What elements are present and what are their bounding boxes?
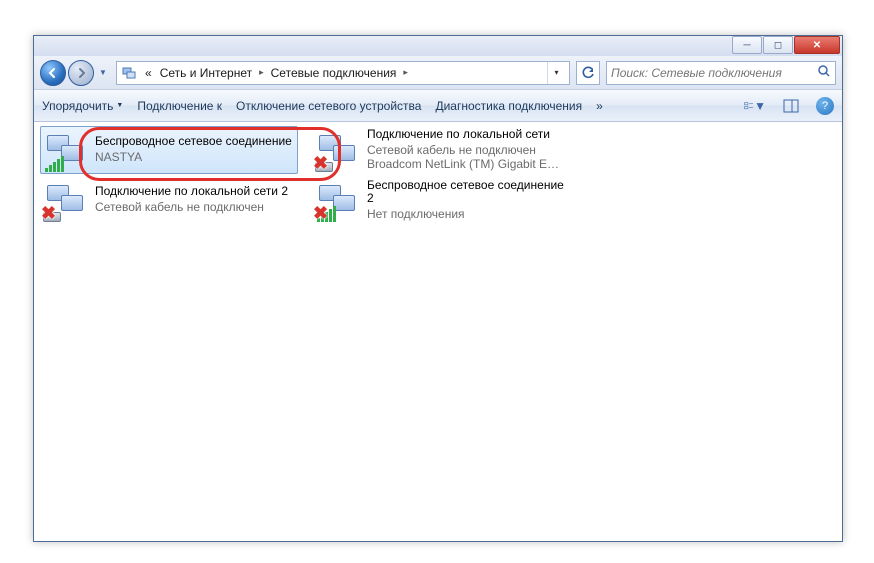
- disabled-x-icon: ✖: [313, 203, 328, 224]
- view-mode-button[interactable]: ▼: [744, 95, 766, 117]
- chevron-down-icon: ▼: [116, 102, 123, 109]
- lan-adapter-icon: ✖: [317, 130, 361, 170]
- search-icon[interactable]: [817, 64, 831, 81]
- refresh-button[interactable]: [576, 61, 600, 85]
- close-button[interactable]: ✕: [794, 36, 840, 54]
- connection-title: Подключение по локальной сети: [367, 128, 559, 142]
- organize-label: Упорядочить: [42, 99, 113, 113]
- command-bar: Упорядочить ▼ Подключение к Отключение с…: [34, 90, 842, 122]
- address-row: ▼ « Сеть и Интернет ▸ Сетевые подключени…: [34, 56, 842, 90]
- network-location-icon: [121, 65, 137, 81]
- disable-device-label: Отключение сетевого устройства: [236, 99, 421, 113]
- help-icon: ?: [822, 100, 828, 112]
- disabled-x-icon: ✖: [41, 203, 56, 224]
- chevron-right-icon[interactable]: ▸: [400, 67, 411, 78]
- breadcrumb-prefix[interactable]: «: [141, 62, 156, 84]
- connection-item[interactable]: ✖Беспроводное сетевое соединение 2Нет по…: [312, 176, 570, 224]
- overflow-chevron[interactable]: »: [596, 99, 603, 113]
- arrow-left-icon: [47, 67, 59, 79]
- connection-text: Беспроводное сетевое соединение 2Нет под…: [367, 179, 565, 222]
- connection-item[interactable]: ✖Подключение по локальной сети 2Сетевой …: [40, 176, 298, 224]
- titlebar: ─ ◻ ✕: [34, 36, 842, 56]
- connection-status: Сетевой кабель не подключен: [367, 143, 559, 157]
- breadcrumb-seg-1[interactable]: Сеть и Интернет: [156, 62, 256, 84]
- search-box[interactable]: [606, 61, 836, 85]
- organize-menu[interactable]: Упорядочить ▼: [42, 99, 123, 113]
- diagnose-button[interactable]: Диагностика подключения: [435, 99, 582, 113]
- disabled-x-icon: ✖: [313, 153, 328, 174]
- back-button[interactable]: [40, 60, 66, 86]
- connection-title: Беспроводное сетевое соединение: [95, 135, 292, 149]
- forward-button[interactable]: [68, 60, 94, 86]
- preview-pane-button[interactable]: [780, 95, 802, 117]
- wifi-adapter-icon: [45, 130, 89, 170]
- signal-bars-icon: [45, 156, 64, 172]
- search-input[interactable]: [611, 66, 817, 80]
- breadcrumb-dropdown[interactable]: ▾: [547, 62, 565, 84]
- connection-status: NASTYA: [95, 150, 292, 164]
- connection-title: Беспроводное сетевое соединение 2: [367, 179, 565, 207]
- disable-device-button[interactable]: Отключение сетевого устройства: [236, 99, 421, 113]
- refresh-icon: [581, 66, 595, 80]
- connection-item[interactable]: Беспроводное сетевое соединениеNASTYA: [40, 126, 298, 174]
- diagnose-label: Диагностика подключения: [435, 99, 582, 113]
- nav-buttons: ▼: [40, 60, 110, 86]
- breadcrumb-seg-2[interactable]: Сетевые подключения: [267, 62, 401, 84]
- connection-text: Подключение по локальной сетиСетевой каб…: [367, 128, 559, 172]
- connection-title: Подключение по локальной сети 2: [95, 185, 288, 199]
- connection-status: Сетевой кабель не подключен: [95, 200, 288, 214]
- arrow-right-icon: [75, 67, 87, 79]
- connections-list[interactable]: Беспроводное сетевое соединениеNASTYA✖По…: [34, 122, 842, 541]
- connect-to-label: Подключение к: [137, 99, 222, 113]
- maximize-button[interactable]: ◻: [763, 36, 793, 54]
- explorer-window: ─ ◻ ✕ ▼ « Сеть и Интернет ▸ Сетевые подк…: [33, 35, 843, 542]
- connect-to-button[interactable]: Подключение к: [137, 99, 222, 113]
- nav-history-dropdown[interactable]: ▼: [96, 68, 110, 77]
- chevron-right-icon[interactable]: ▸: [256, 67, 267, 78]
- help-button[interactable]: ?: [816, 97, 834, 115]
- connection-status: Нет подключения: [367, 207, 565, 221]
- connection-device: Broadcom NetLink (TM) Gigabit E…: [367, 157, 559, 171]
- wifi-adapter-icon: ✖: [317, 180, 361, 220]
- connection-item[interactable]: ✖Подключение по локальной сетиСетевой ка…: [312, 126, 570, 174]
- chevron-down-icon: ▼: [754, 99, 766, 113]
- connection-text: Беспроводное сетевое соединениеNASTYA: [95, 135, 292, 164]
- minimize-button[interactable]: ─: [732, 36, 762, 54]
- breadcrumb[interactable]: « Сеть и Интернет ▸ Сетевые подключения …: [116, 61, 570, 85]
- lan-adapter-icon: ✖: [45, 180, 89, 220]
- connection-text: Подключение по локальной сети 2Сетевой к…: [95, 185, 288, 214]
